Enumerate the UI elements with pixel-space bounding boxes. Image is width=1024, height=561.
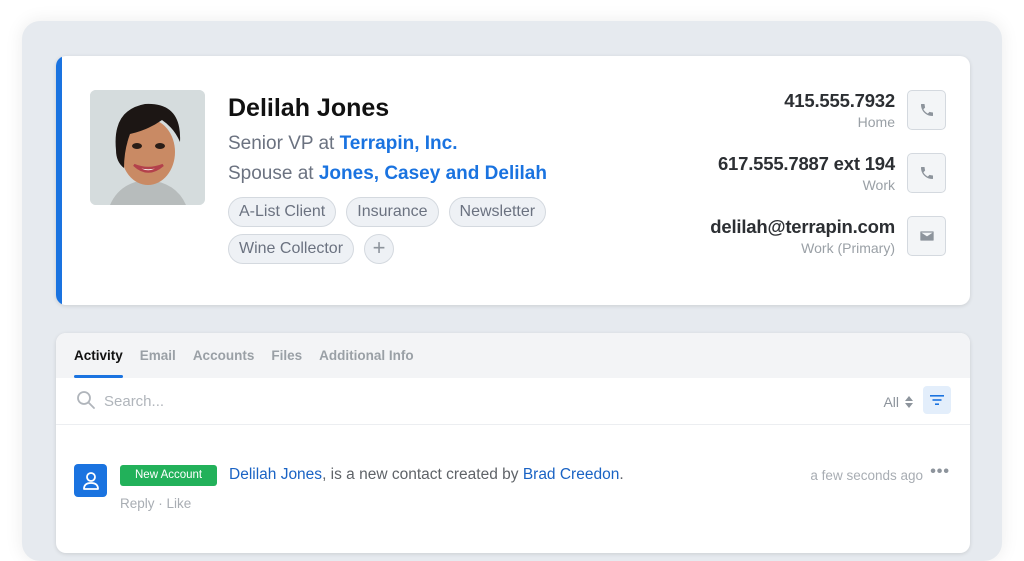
tag-list: A-List Client Insurance Newsletter Wine … [228, 197, 608, 264]
tag-wine-collector[interactable]: Wine Collector [228, 234, 355, 264]
activity-text: , is a new contact created by [322, 466, 523, 483]
role-line-job: Senior VP at Terrapin, Inc. [228, 133, 458, 155]
call-button[interactable] [907, 153, 946, 193]
contact-method-home-phone: 415.555.7932 Home [646, 90, 946, 153]
activity-item: New Account Delilah Jones, is a new cont… [56, 425, 970, 545]
search-input[interactable] [104, 390, 604, 412]
activity-actions: Reply · Like [120, 496, 191, 511]
user-icon [82, 471, 99, 490]
phone-label: Home [857, 114, 895, 130]
contact-name: Delilah Jones [228, 94, 390, 122]
contact-photo [90, 90, 205, 205]
tag-insurance[interactable]: Insurance [346, 197, 439, 227]
like-link[interactable]: Like [167, 496, 192, 511]
filter-button[interactable] [923, 386, 951, 414]
contact-method-email: delilah@terrapin.com Work (Primary) [646, 216, 946, 279]
activity-timestamp: a few seconds ago [810, 468, 923, 483]
tab-additional-info[interactable]: Additional Info [319, 333, 413, 378]
role-prefix: Spouse at [228, 163, 314, 184]
contact-methods: 415.555.7932 Home 617.555.7887 ext 194 W… [646, 90, 946, 279]
contact-card: Delilah Jones Senior VP at Terrapin, Inc… [56, 56, 970, 305]
tab-activity[interactable]: Activity [74, 333, 123, 378]
tab-bar: Activity Email Accounts Files Additional… [56, 333, 970, 378]
portrait-image [90, 90, 205, 205]
company-link[interactable]: Terrapin, Inc. [340, 133, 458, 154]
email-label: Work (Primary) [801, 240, 895, 256]
phone-number[interactable]: 415.555.7932 [784, 90, 895, 112]
tab-files[interactable]: Files [271, 333, 302, 378]
tag-newsletter[interactable]: Newsletter [448, 197, 547, 227]
phone-icon [920, 167, 933, 179]
tab-accounts[interactable]: Accounts [193, 333, 255, 378]
sort-arrows-icon [905, 396, 913, 408]
new-account-badge: New Account [120, 465, 218, 486]
search-bar: All [56, 378, 970, 425]
email-address[interactable]: delilah@terrapin.com [710, 216, 895, 238]
phone-label: Work [862, 177, 895, 193]
actor-link[interactable]: Brad Creedon [523, 466, 620, 483]
filter-icon [930, 395, 944, 405]
call-button[interactable] [907, 90, 946, 130]
role-prefix: Senior VP at [228, 133, 335, 154]
user-avatar [74, 464, 107, 497]
phone-number[interactable]: 617.555.7887 ext 194 [718, 153, 895, 175]
accent-bar [56, 56, 62, 305]
mail-icon [919, 231, 934, 241]
activity-panel: Activity Email Accounts Files Additional… [56, 333, 970, 553]
contact-link[interactable]: Delilah Jones [229, 466, 322, 483]
tag-a-list-client[interactable]: A-List Client [228, 197, 337, 227]
filter-dropdown[interactable]: All [883, 394, 914, 410]
contact-method-work-phone: 617.555.7887 ext 194 Work [646, 153, 946, 216]
reply-link[interactable]: Reply [120, 496, 155, 511]
add-tag-button[interactable]: + [364, 234, 395, 264]
more-options-button[interactable]: ••• [930, 463, 950, 481]
action-separator: · [154, 496, 167, 511]
role-line-relationship: Spouse at Jones, Casey and Delilah [228, 163, 547, 185]
activity-suffix: . [619, 466, 624, 483]
search-icon [77, 391, 95, 409]
tab-email[interactable]: Email [140, 333, 176, 378]
email-button[interactable] [907, 216, 946, 256]
relationship-link[interactable]: Jones, Casey and Delilah [319, 163, 547, 184]
phone-icon [920, 104, 933, 116]
filter-selected-value: All [883, 394, 899, 410]
activity-description: Delilah Jones, is a new contact created … [229, 466, 624, 484]
